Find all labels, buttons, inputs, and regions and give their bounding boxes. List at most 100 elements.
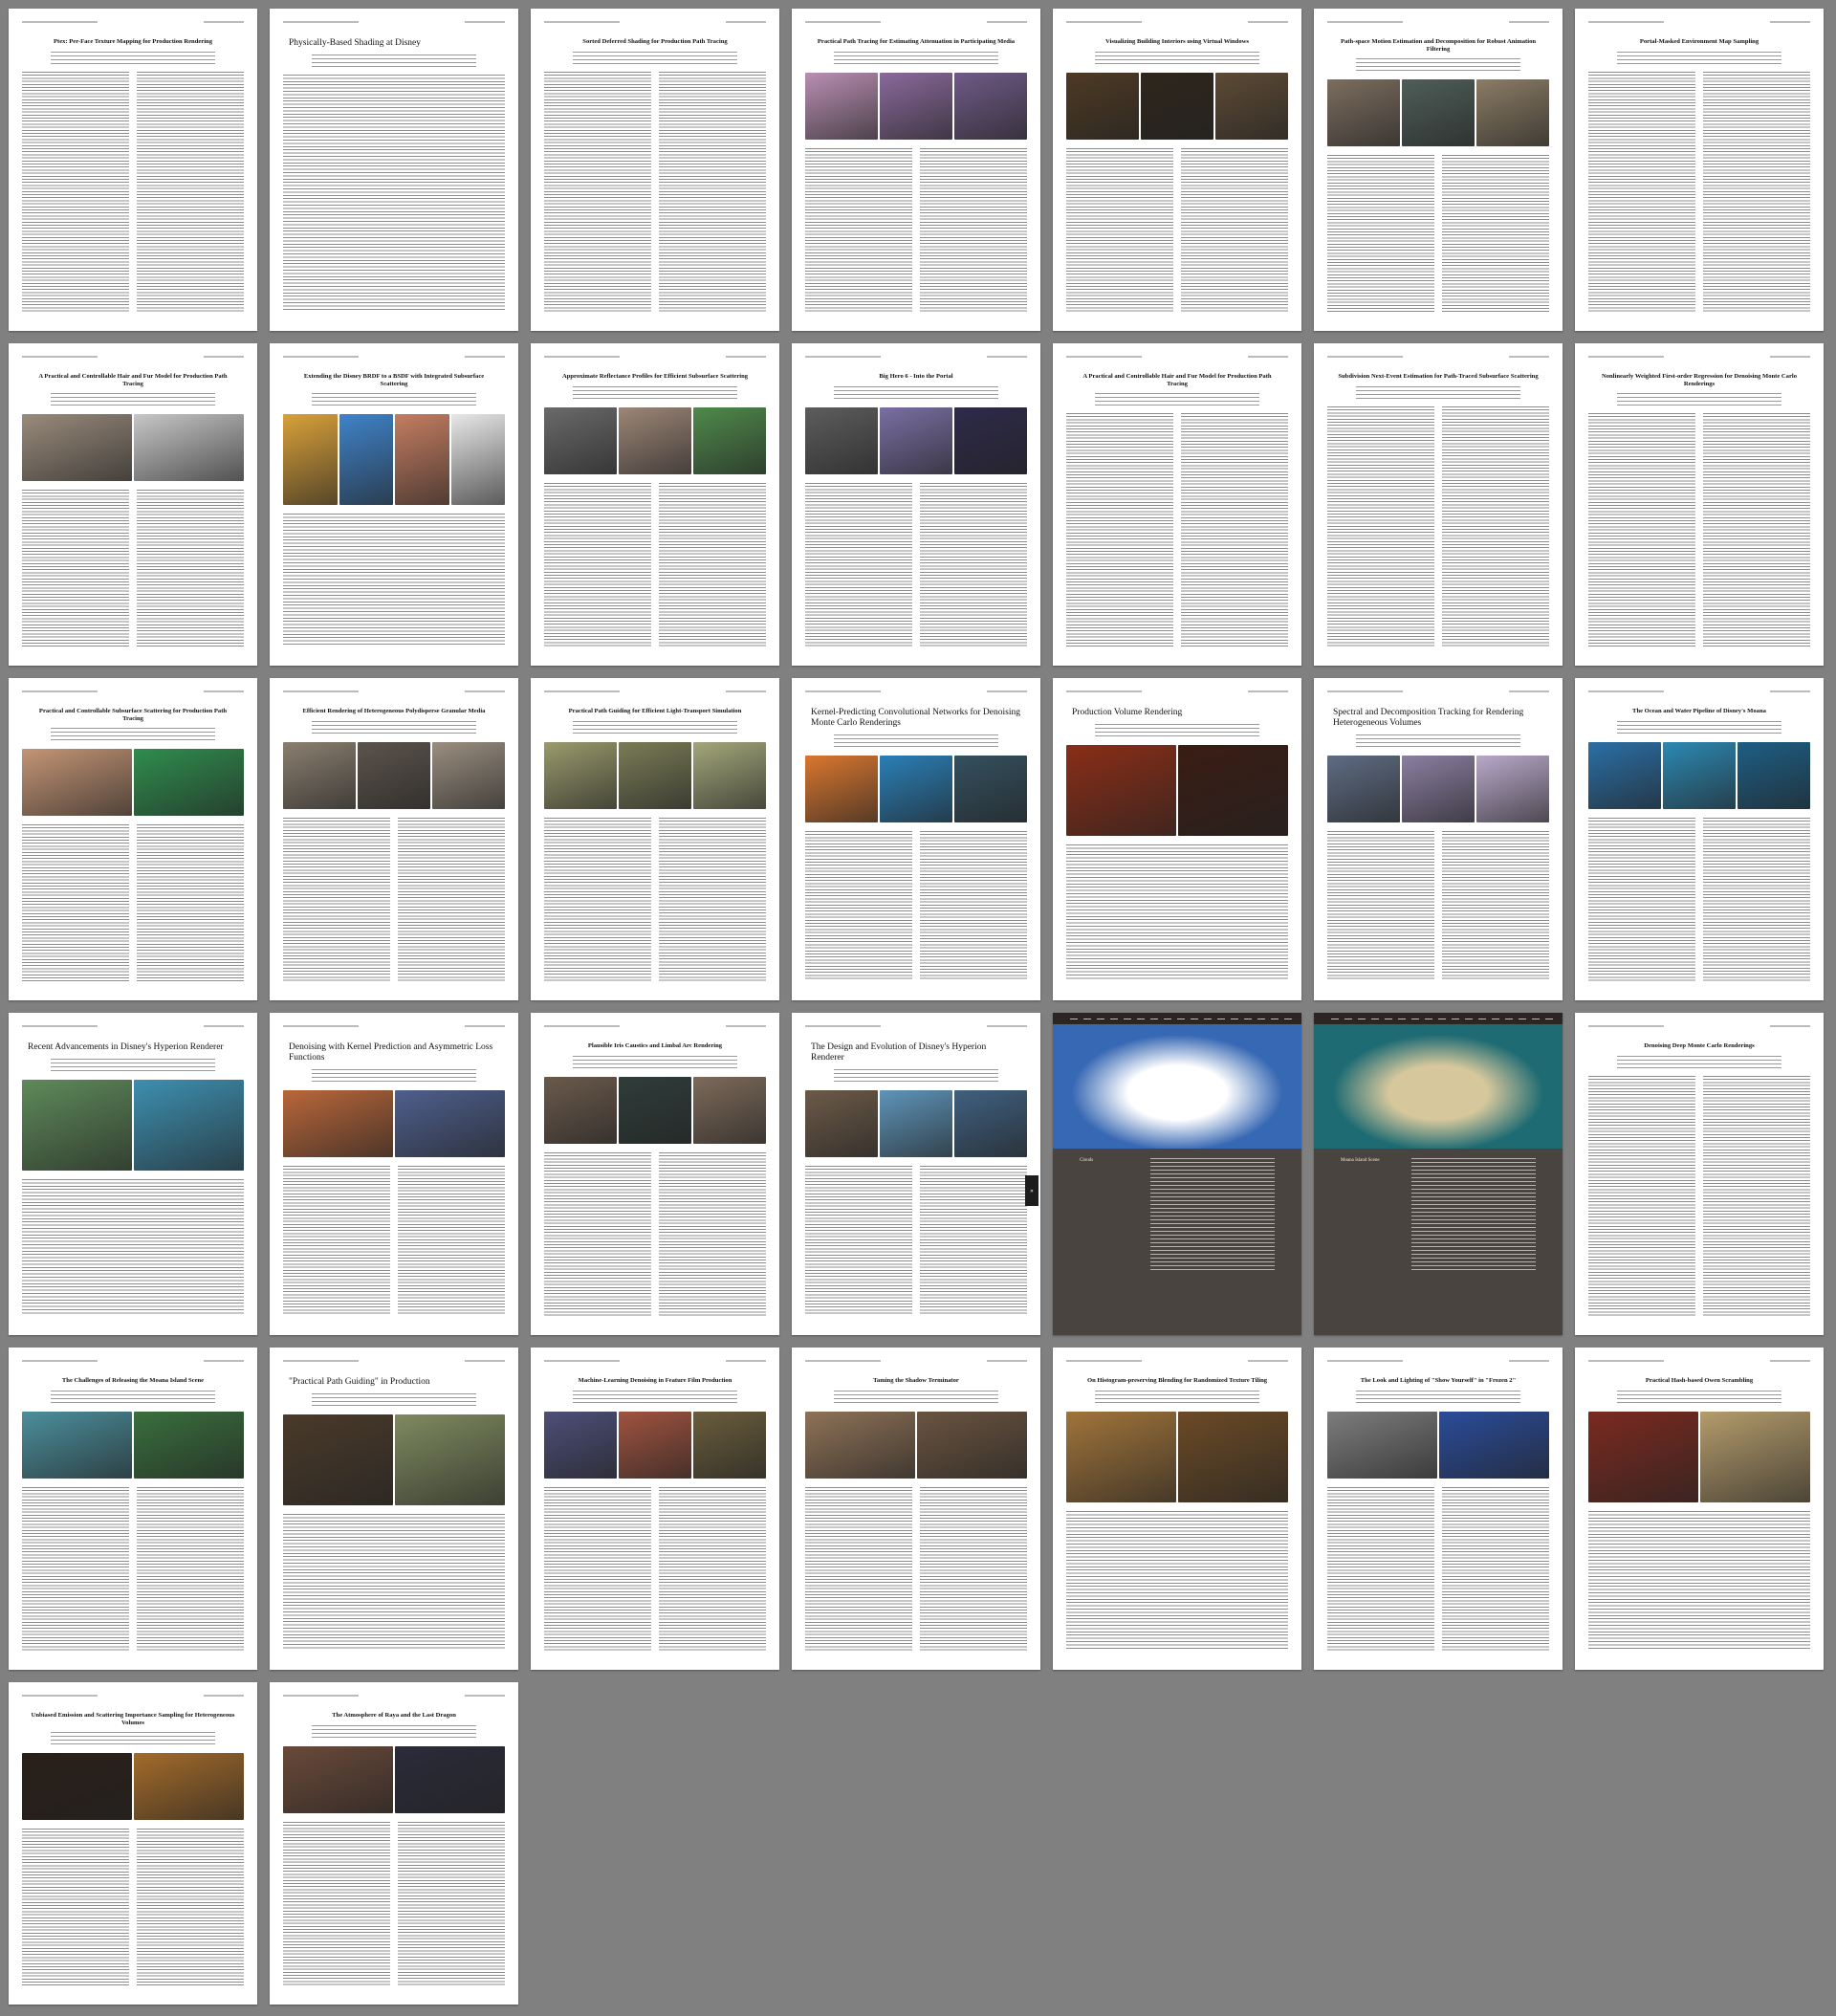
figure-image [1141, 72, 1213, 140]
paper-title: The Challenges of Releasing the Moana Is… [61, 1377, 205, 1384]
hero-image [1053, 1024, 1301, 1149]
two-column-body [1327, 831, 1549, 981]
author-block [312, 1393, 476, 1407]
paper-title: Practical Path Tracing for Estimating At… [817, 38, 1016, 45]
paper-title: Unbiased Emission and Scattering Importa… [31, 1712, 235, 1726]
author-block [312, 393, 476, 407]
page-header [1327, 355, 1549, 360]
page-header [1588, 1359, 1810, 1364]
figure-image [1327, 79, 1400, 147]
text-column [805, 831, 912, 981]
two-column-body [1588, 1075, 1810, 1316]
author-block [312, 1724, 476, 1739]
two-column-body [805, 482, 1027, 646]
page-thumbnail[interactable]: Plausible Iris Caustics and Limbal Arc R… [531, 1013, 779, 1335]
body-text [1588, 1510, 1810, 1651]
page-thumbnail[interactable]: On Histogram-preserving Blending for Ran… [1053, 1348, 1301, 1670]
figure-image [1588, 1411, 1698, 1502]
page-thumbnail[interactable]: The Challenges of Releasing the Moana Is… [9, 1348, 257, 1670]
text-column [920, 1166, 1027, 1316]
page-thumbnail[interactable]: Extending the Disney BRDF to a BSDF with… [270, 343, 518, 666]
page-thumbnail[interactable]: Denoising with Kernel Prediction and Asy… [270, 1013, 518, 1335]
text-column [1703, 71, 1810, 312]
page-thumbnail[interactable]: Path-space Motion Estimation and Decompo… [1314, 9, 1563, 331]
two-column-body [1066, 147, 1288, 312]
text-column [1588, 817, 1695, 981]
figure-image [1476, 756, 1549, 822]
page-thumbnail[interactable]: Big Hero 6 - Into the Portal [792, 343, 1040, 666]
two-column-body [22, 1486, 244, 1651]
figure-image [805, 72, 878, 140]
page-thumbnail[interactable]: Portal-Masked Environment Map Sampling [1575, 9, 1824, 331]
page-thumbnail[interactable]: Unbiased Emission and Scattering Importa… [9, 1682, 257, 2005]
figure-image [1178, 745, 1288, 836]
page-thumbnail[interactable]: Denoising Deep Monte Carlo Renderings [1575, 1013, 1824, 1335]
text-column [920, 147, 1027, 312]
page-thumbnail[interactable]: Approximate Reflectance Profiles for Eff… [531, 343, 779, 666]
page-thumbnail[interactable]: Clouds [1053, 1013, 1301, 1335]
figure-row [22, 1411, 244, 1479]
text-column [920, 1486, 1027, 1651]
page-thumbnail[interactable]: Moana Island Scene [1314, 1013, 1563, 1335]
figure-image [283, 414, 338, 506]
page-thumbnail[interactable]: The Design and Evolution of Disney's Hyp… [792, 1013, 1040, 1335]
figure-image [134, 1080, 244, 1171]
page-thumbnail[interactable]: Taming the Shadow Terminator [792, 1348, 1040, 1670]
text-column [1066, 413, 1173, 646]
page-thumbnail[interactable]: Practical Path Tracing for Estimating At… [792, 9, 1040, 331]
text-column [1442, 405, 1549, 646]
page-header [805, 1024, 1027, 1029]
figure-image [954, 72, 1027, 140]
page-thumbnail[interactable]: Machine-Learning Denoising in Feature Fi… [531, 1348, 779, 1670]
text-column [920, 831, 1027, 981]
page-thumbnail[interactable]: Physically-Based Shading at Disney [270, 9, 518, 331]
page-thumbnail[interactable]: The Ocean and Water Pipeline of Disney's… [1575, 678, 1824, 1000]
text-column [805, 1486, 912, 1651]
page-thumbnail[interactable]: Sorted Deferred Shading for Production P… [531, 9, 779, 331]
page-header [283, 1024, 505, 1029]
page-thumbnail[interactable]: Spectral and Decomposition Tracking for … [1314, 678, 1563, 1000]
page-thumbnail[interactable]: The Atmosphere of Raya and the Last Drag… [270, 1682, 518, 2005]
paper-title: The Ocean and Water Pipeline of Disney's… [1632, 708, 1766, 714]
figure-image [395, 1090, 505, 1157]
page-thumbnail[interactable]: Practical Hash-based Owen Scrambling [1575, 1348, 1824, 1670]
paper-title: Physically-Based Shading at Disney [289, 38, 421, 48]
page-header [1588, 355, 1810, 360]
text-column [283, 817, 390, 981]
paper-title: Practical and Controllable Subsurface Sc… [38, 708, 228, 722]
page-thumbnail[interactable]: A Practical and Controllable Hair and Fu… [1053, 343, 1301, 666]
paper-title: The Design and Evolution of Disney's Hyp… [811, 1042, 987, 1063]
page-thumbnail[interactable]: Nonlinearly Weighted First-order Regress… [1575, 343, 1824, 666]
page-thumbnail[interactable]: Ptex: Per-Face Texture Mapping for Produ… [9, 9, 257, 331]
text-column [137, 824, 244, 981]
two-column-body [544, 1486, 766, 1651]
page-thumbnail[interactable]: Visualizing Building Interiors using Vir… [1053, 9, 1301, 331]
author-block [1095, 1390, 1259, 1404]
page-thumbnail[interactable]: Efficient Rendering of Heterogeneous Pol… [270, 678, 518, 1000]
side-panel-tab[interactable]: » [1025, 1175, 1038, 1206]
figure-row [1327, 756, 1549, 822]
figure-image [544, 1411, 617, 1479]
page-header [805, 355, 1027, 360]
author-block [51, 1059, 215, 1072]
page-thumbnail[interactable]: Practical and Controllable Subsurface Sc… [9, 678, 257, 1000]
figure-image [693, 406, 766, 474]
page-thumbnail[interactable]: A Practical and Controllable Hair and Fu… [9, 343, 257, 666]
page-thumbnail[interactable]: Recent Advancements in Disney's Hyperion… [9, 1013, 257, 1335]
page-header [1588, 1024, 1810, 1029]
page-thumbnail[interactable]: Kernel-Predicting Convolutional Networks… [792, 678, 1040, 1000]
paper-title: A Practical and Controllable Hair and Fu… [1082, 373, 1272, 387]
page-thumbnail[interactable]: Production Volume Rendering [1053, 678, 1301, 1000]
page-thumbnail[interactable]: "Practical Path Guiding" in Production [270, 1348, 518, 1670]
text-column [1327, 831, 1434, 981]
author-block [1356, 734, 1520, 748]
text-column [22, 824, 129, 981]
page-thumbnail[interactable]: Subdivision Next-Event Estimation for Pa… [1314, 343, 1563, 666]
page-thumbnail[interactable]: Practical Path Guiding for Efficient Lig… [531, 678, 779, 1000]
figure-row [283, 414, 505, 506]
page-thumbnail[interactable]: The Look and Lighting of "Show Yourself"… [1314, 1348, 1563, 1670]
figure-image [880, 1090, 952, 1157]
figure-image [880, 406, 952, 474]
figure-image [358, 741, 430, 809]
figure-row [805, 72, 1027, 140]
